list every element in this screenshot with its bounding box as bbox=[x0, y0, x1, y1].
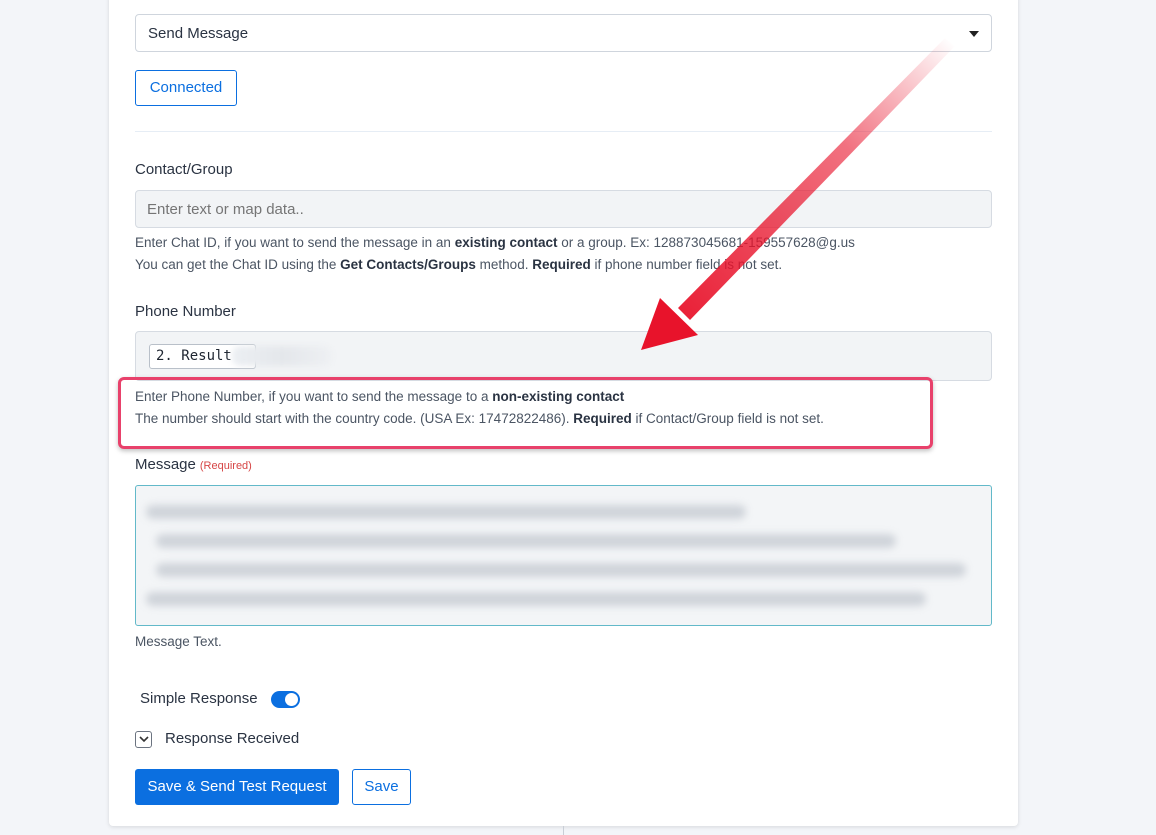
action-select-value: Send Message bbox=[148, 25, 249, 42]
message-textarea[interactable] bbox=[135, 485, 992, 626]
save-and-send-test-button[interactable]: Save & Send Test Request bbox=[135, 769, 339, 805]
blurred-value bbox=[232, 346, 332, 366]
contact-group-input[interactable] bbox=[135, 190, 992, 228]
message-help: Message Text. bbox=[135, 634, 222, 649]
contact-group-label: Contact/Group bbox=[135, 161, 233, 178]
response-received-expander[interactable] bbox=[135, 731, 152, 748]
connected-button[interactable]: Connected bbox=[135, 70, 237, 106]
response-received-label: Response Received bbox=[165, 730, 300, 747]
message-label: Message (Required) bbox=[135, 456, 252, 473]
action-select[interactable]: Send Message bbox=[135, 14, 992, 52]
save-button[interactable]: Save bbox=[352, 769, 411, 805]
required-tag: (Required) bbox=[199, 460, 252, 472]
caret-down-icon bbox=[969, 31, 979, 37]
simple-response-toggle[interactable] bbox=[271, 691, 300, 708]
simple-response-label: Simple Response bbox=[140, 690, 258, 707]
phone-number-label: Phone Number bbox=[135, 303, 236, 320]
phone-number-input[interactable]: 2. Result : bbox=[135, 331, 992, 381]
chevron-down-icon bbox=[139, 736, 149, 743]
contact-group-help: Enter Chat ID, if you want to send the m… bbox=[135, 235, 855, 272]
bottom-divider-line bbox=[563, 826, 564, 835]
section-divider bbox=[135, 131, 992, 132]
toggle-knob bbox=[285, 693, 298, 706]
highlight-box bbox=[118, 377, 933, 449]
